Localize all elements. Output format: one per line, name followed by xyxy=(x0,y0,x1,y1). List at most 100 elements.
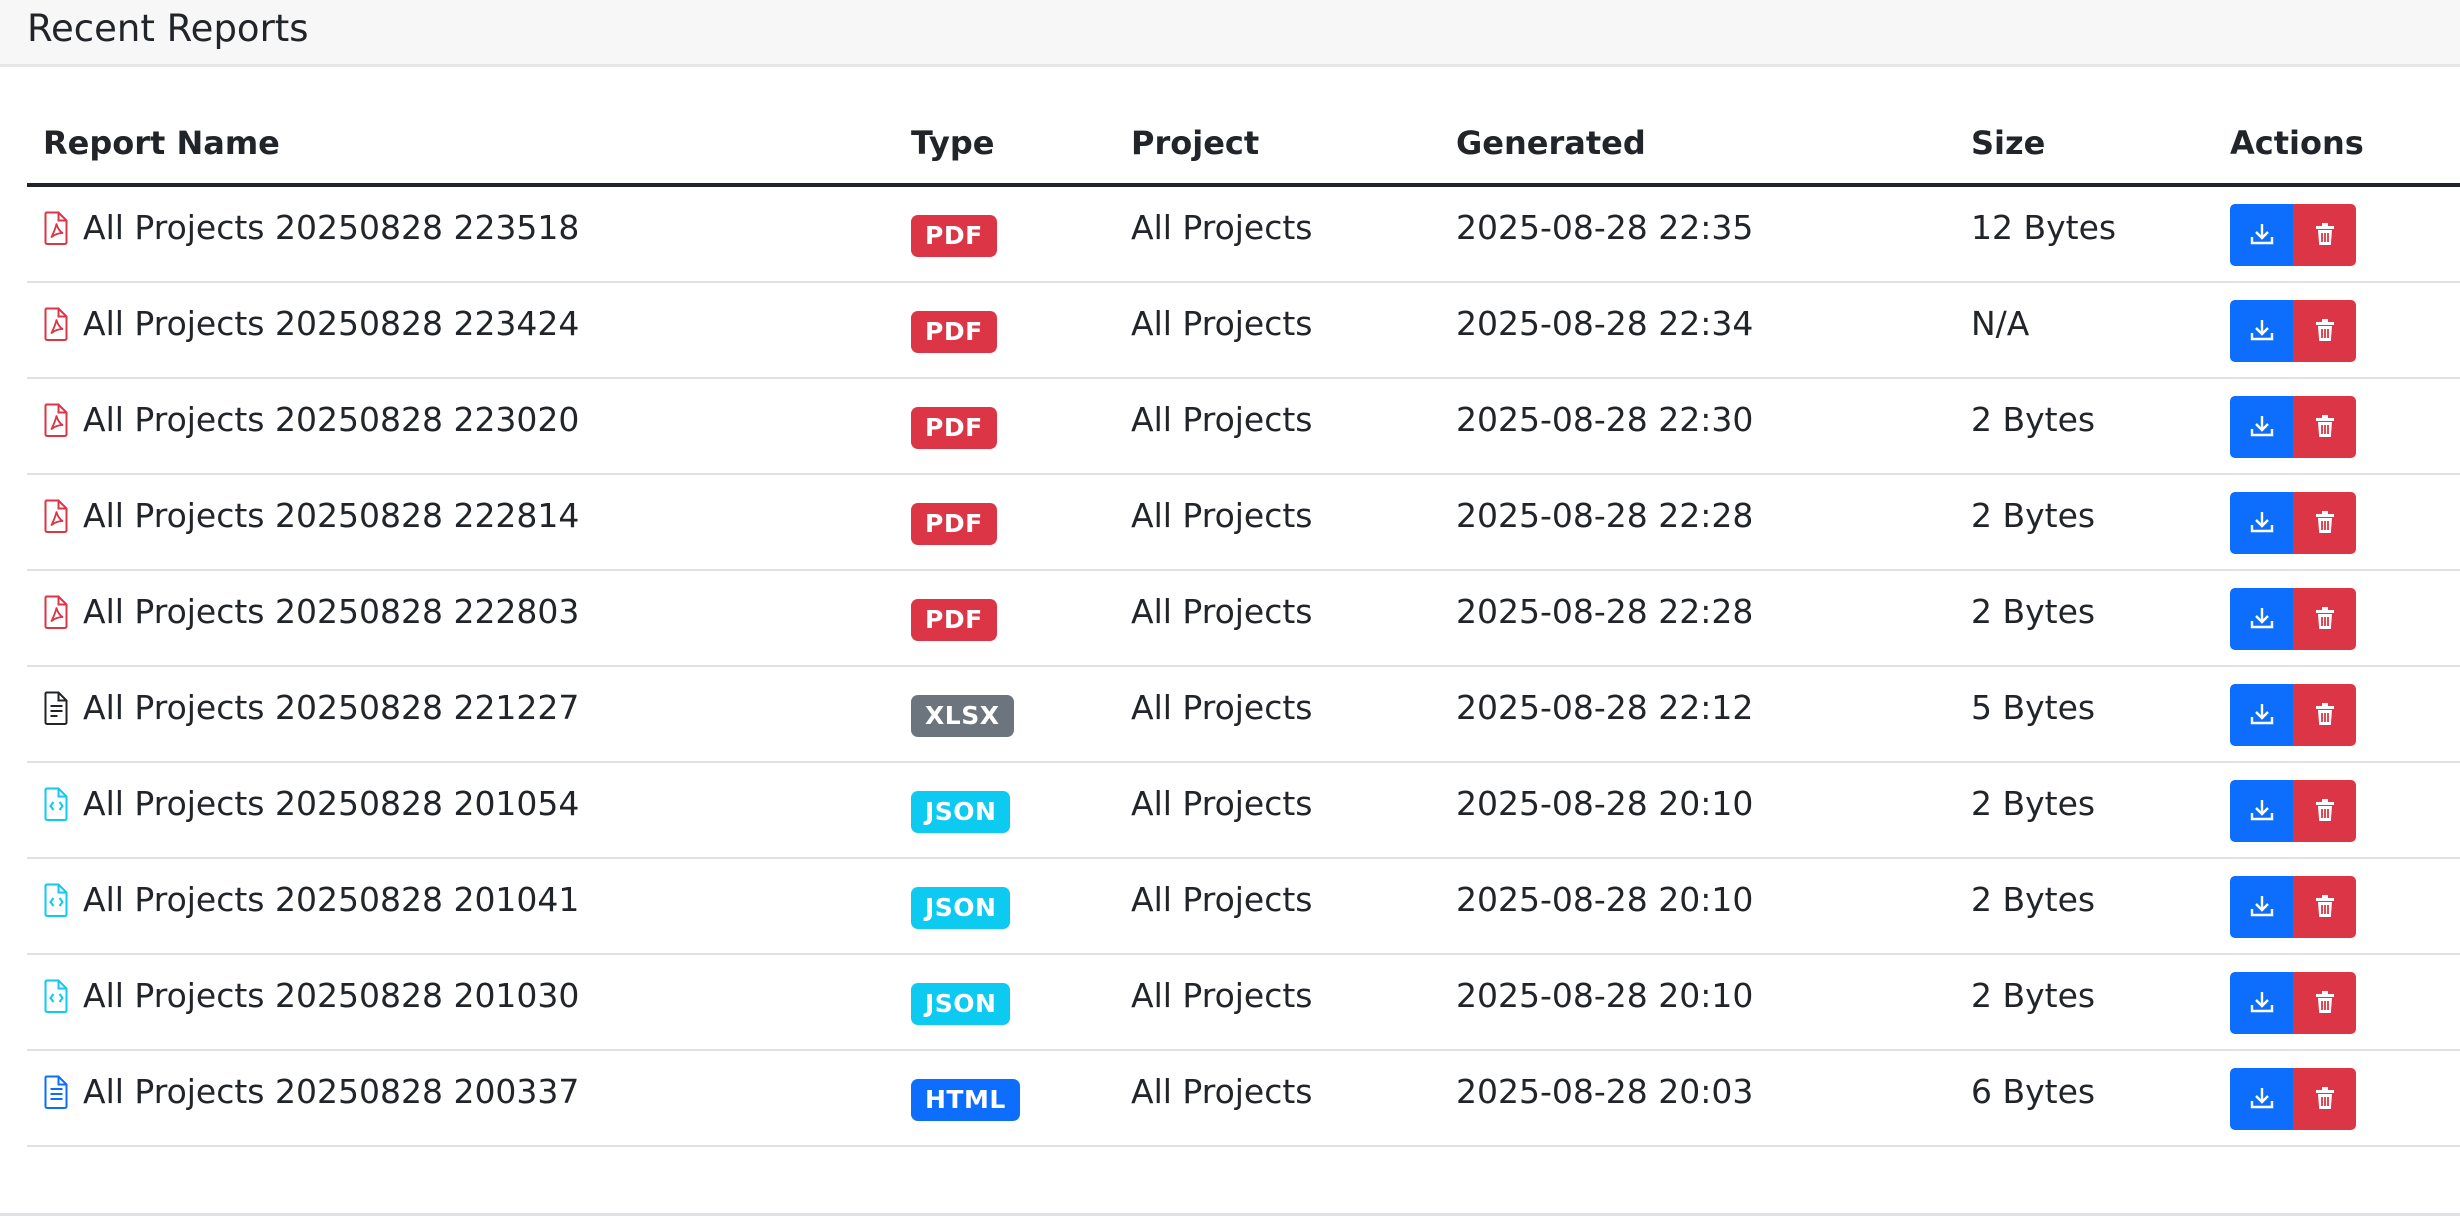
table-row: All Projects 20250828 200337 HTML All Proj… xyxy=(27,1051,2460,1147)
header-size: Size xyxy=(1971,124,2046,162)
actions-group xyxy=(2230,300,2356,362)
delete-button[interactable] xyxy=(2293,396,2356,458)
delete-button[interactable] xyxy=(2293,684,2356,746)
generated-cell: 2025-08-28 22:35 xyxy=(1456,208,1754,247)
delete-button[interactable] xyxy=(2293,972,2356,1034)
table-body: All Projects 20250828 223518 PDF All Proje… xyxy=(27,187,2460,1147)
trash-icon xyxy=(2312,509,2338,538)
project-cell: All Projects xyxy=(1131,880,1313,919)
download-button[interactable] xyxy=(2230,396,2293,458)
file-richtext-icon xyxy=(43,1075,69,1109)
header-type: Type xyxy=(911,124,995,162)
file-pdf-icon xyxy=(43,211,69,245)
delete-button[interactable] xyxy=(2293,300,2356,362)
size-cell: 2 Bytes xyxy=(1971,976,2096,1015)
trash-icon xyxy=(2312,221,2338,250)
table-header: Report Name Type Project Generated Size … xyxy=(27,108,2460,187)
project-cell: All Projects xyxy=(1131,784,1313,823)
delete-button[interactable] xyxy=(2293,780,2356,842)
type-badge: PDF xyxy=(911,311,997,353)
report-name-cell: All Projects 20250828 221227 xyxy=(43,687,579,729)
download-button[interactable] xyxy=(2230,588,2293,650)
report-name: All Projects 20250828 201030 xyxy=(83,976,580,1015)
file-pdf-icon xyxy=(43,499,69,533)
header-actions: Actions xyxy=(2230,124,2364,162)
report-name: All Projects 20250828 201041 xyxy=(83,880,580,919)
file-pdf-icon xyxy=(43,403,69,437)
size-cell: 12 Bytes xyxy=(1971,208,2117,247)
project-cell: All Projects xyxy=(1131,304,1313,343)
table-row: All Projects 20250828 201041 JSON All Proj… xyxy=(27,859,2460,955)
project-cell: All Projects xyxy=(1131,496,1313,535)
report-name-cell: All Projects 20250828 201030 xyxy=(43,975,579,1017)
header-project: Project xyxy=(1131,124,1260,162)
size-cell: 6 Bytes xyxy=(1971,1072,2096,1111)
report-name-cell: All Projects 20250828 200337 xyxy=(43,1071,579,1113)
report-name: All Projects 20250828 223020 xyxy=(83,400,580,439)
type-badge: JSON xyxy=(911,887,1011,929)
table-row: All Projects 20250828 223424 PDF All Proje… xyxy=(27,283,2460,379)
report-name-cell: All Projects 20250828 201041 xyxy=(43,879,579,921)
download-icon xyxy=(2249,413,2275,442)
trash-icon xyxy=(2312,701,2338,730)
table-row: All Projects 20250828 201054 JSON All Proj… xyxy=(27,763,2460,859)
trash-icon xyxy=(2312,317,2338,346)
report-name: All Projects 20250828 223518 xyxy=(83,208,580,247)
download-button[interactable] xyxy=(2230,300,2293,362)
download-button[interactable] xyxy=(2230,780,2293,842)
download-icon xyxy=(2249,1085,2275,1114)
actions-group xyxy=(2230,972,2356,1034)
download-button[interactable] xyxy=(2230,684,2293,746)
file-pdf-icon xyxy=(43,595,69,629)
download-button[interactable] xyxy=(2230,1068,2293,1130)
delete-button[interactable] xyxy=(2293,588,2356,650)
report-name-cell: All Projects 20250828 222803 xyxy=(43,591,579,633)
download-button[interactable] xyxy=(2230,492,2293,554)
actions-group xyxy=(2230,780,2356,842)
generated-cell: 2025-08-28 20:03 xyxy=(1456,1072,1754,1111)
header-report-name: Report Name xyxy=(43,124,280,162)
delete-button[interactable] xyxy=(2293,492,2356,554)
download-icon xyxy=(2249,605,2275,634)
download-icon xyxy=(2249,701,2275,730)
size-cell: 2 Bytes xyxy=(1971,592,2096,631)
report-name: All Projects 20250828 201054 xyxy=(83,784,580,823)
table-row: All Projects 20250828 201030 JSON All Proj… xyxy=(27,955,2460,1051)
actions-group xyxy=(2230,876,2356,938)
download-icon xyxy=(2249,221,2275,250)
report-name-cell: All Projects 20250828 223518 xyxy=(43,207,579,249)
download-icon xyxy=(2249,893,2275,922)
report-name: All Projects 20250828 221227 xyxy=(83,688,580,727)
file-text-icon xyxy=(43,691,69,725)
trash-icon xyxy=(2312,893,2338,922)
size-cell: 5 Bytes xyxy=(1971,688,2096,727)
trash-icon xyxy=(2312,1085,2338,1114)
download-icon xyxy=(2249,989,2275,1018)
report-name-cell: All Projects 20250828 223020 xyxy=(43,399,579,441)
file-pdf-icon xyxy=(43,307,69,341)
size-cell: N/A xyxy=(1971,304,2030,343)
type-badge: PDF xyxy=(911,599,997,641)
download-button[interactable] xyxy=(2230,876,2293,938)
delete-button[interactable] xyxy=(2293,204,2356,266)
delete-button[interactable] xyxy=(2293,1068,2356,1130)
table-row: All Projects 20250828 223518 PDF All Proje… xyxy=(27,187,2460,283)
project-cell: All Projects xyxy=(1131,688,1313,727)
download-icon xyxy=(2249,317,2275,346)
download-button[interactable] xyxy=(2230,204,2293,266)
card-title: Recent Reports xyxy=(27,7,309,50)
download-button[interactable] xyxy=(2230,972,2293,1034)
trash-icon xyxy=(2312,605,2338,634)
generated-cell: 2025-08-28 20:10 xyxy=(1456,880,1754,919)
trash-icon xyxy=(2312,797,2338,826)
generated-cell: 2025-08-28 22:30 xyxy=(1456,400,1754,439)
report-name: All Projects 20250828 200337 xyxy=(83,1072,580,1111)
report-name-cell: All Projects 20250828 201054 xyxy=(43,783,579,825)
file-code-icon xyxy=(43,787,69,821)
delete-button[interactable] xyxy=(2293,876,2356,938)
reports-table: Report Name Type Project Generated Size … xyxy=(27,108,2460,1147)
type-badge: HTML xyxy=(911,1079,1020,1121)
type-badge: PDF xyxy=(911,407,997,449)
card-header: Recent Reports xyxy=(0,0,2460,67)
actions-group xyxy=(2230,588,2356,650)
